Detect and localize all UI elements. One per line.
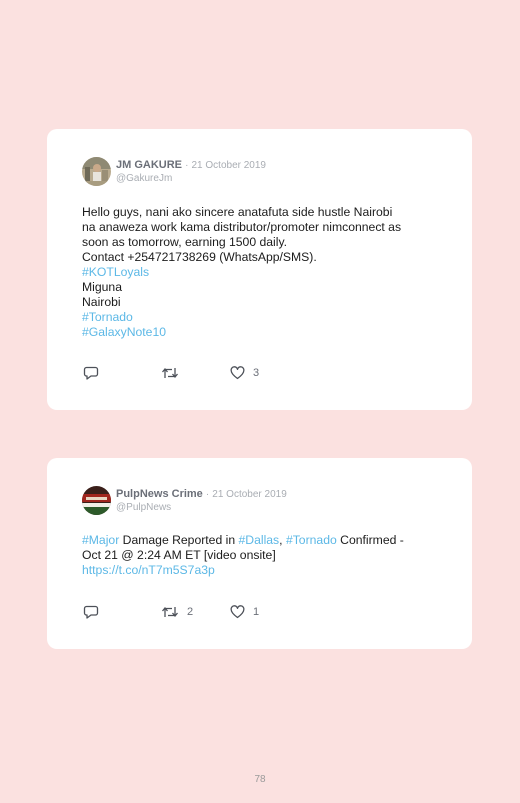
retweet-button[interactable]: [161, 365, 179, 381]
reply-icon: [83, 366, 99, 380]
hashtag-link[interactable]: #Tornado: [82, 310, 442, 325]
hashtag-link[interactable]: #Dallas: [239, 533, 280, 547]
retweet-icon: [162, 367, 178, 379]
url-link[interactable]: https://t.co/nT7m5S7a3p: [82, 563, 442, 578]
avatar[interactable]: [82, 486, 111, 515]
text-line: Nairobi: [82, 295, 121, 309]
hashtag-link[interactable]: #Major: [82, 533, 119, 547]
author-handle[interactable]: @PulpNews: [116, 502, 171, 513]
text-line: Oct 21 @ 2:24 AM ET [video onsite]: [82, 548, 276, 562]
separator: ·: [185, 160, 189, 171]
hashtag-link[interactable]: #KOTLoyals: [82, 265, 442, 280]
tweet-card: PulpNews Crime · 21 October 2019 @PulpNe…: [47, 458, 472, 649]
reply-button[interactable]: [83, 604, 99, 620]
author-name[interactable]: JM GAKURE: [116, 159, 182, 171]
text-line: na anaweza work kama distributor/promote…: [82, 220, 402, 234]
author-handle[interactable]: @GakureJm: [116, 173, 172, 184]
like-icon: [230, 366, 245, 380]
like-button[interactable]: 1: [230, 604, 259, 620]
separator: ·: [205, 489, 210, 500]
text-segment: ,: [279, 533, 286, 547]
like-count: 1: [253, 606, 260, 618]
tweet-date[interactable]: 21 October 2019: [212, 489, 287, 500]
text-line: Contact +254721738269 (WhatsApp/SMS).: [82, 250, 317, 264]
tweet-text: Hello guys, nani ako sincere anatafuta s…: [82, 205, 442, 340]
text-segment: Damage Reported in: [119, 533, 239, 547]
author-name[interactable]: PulpNews Crime: [116, 488, 203, 500]
text-line: Miguna: [82, 280, 122, 294]
text-line: #Major Damage Reported in #Dallas, #Torn…: [82, 533, 442, 548]
like-icon: [230, 605, 245, 619]
text-line: soon as tomorrow, earning 1500 daily.: [82, 235, 288, 249]
retweet-count: 2: [187, 606, 194, 618]
retweet-icon: [162, 606, 178, 618]
hashtag-link[interactable]: #Tornado: [286, 533, 337, 547]
tweet-card: JM GAKURE · 21 October 2019 @GakureJm He…: [47, 129, 472, 410]
reply-button[interactable]: [83, 365, 99, 381]
like-button[interactable]: 3: [230, 365, 259, 381]
retweet-button[interactable]: 2: [161, 604, 193, 620]
page-number: 78: [254, 774, 266, 785]
tweet-text: #Major Damage Reported in #Dallas, #Torn…: [82, 533, 442, 578]
text-segment: Confirmed -: [336, 533, 404, 547]
avatar[interactable]: [82, 157, 111, 186]
tweet-date[interactable]: 21 October 2019: [191, 160, 266, 171]
hashtag-link[interactable]: #GalaxyNote10: [82, 325, 442, 340]
like-count: 3: [253, 367, 260, 379]
text-line: Hello guys, nani ako sincere anatafuta s…: [82, 205, 393, 219]
reply-icon: [83, 605, 99, 619]
